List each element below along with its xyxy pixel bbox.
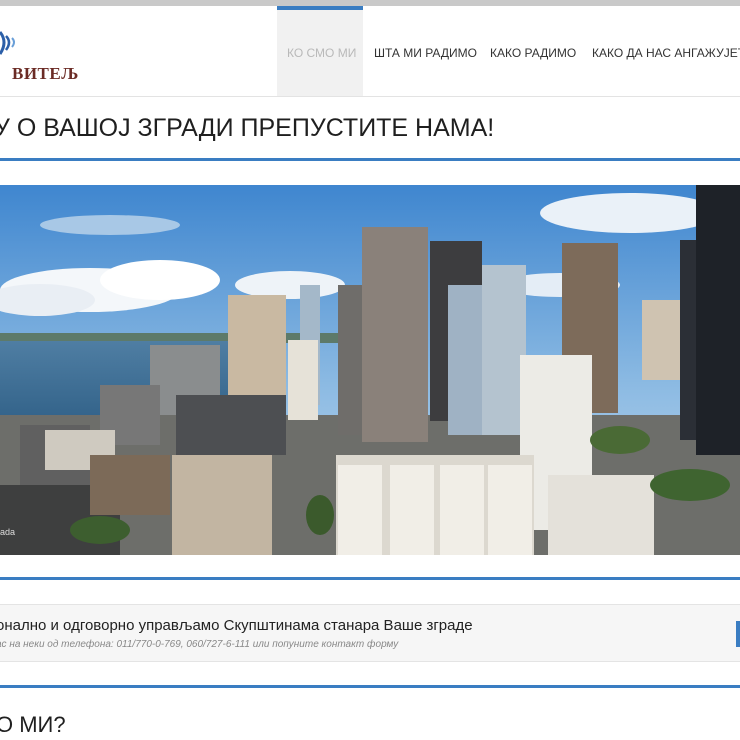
city-skyline-image: [0, 185, 740, 555]
about-section-title: О МИ?: [0, 712, 66, 737]
nav-item-how-we-work[interactable]: КАКО РАДИМО: [490, 46, 576, 60]
site-logo[interactable]: ВИТЕЉ: [0, 28, 80, 88]
divider-top: [0, 158, 740, 161]
hero-banner-image: ada: [0, 185, 740, 555]
logo-wave-icon: [0, 31, 15, 55]
contact-button[interactable]: [736, 621, 740, 647]
callout-subtitle: ас на неки од телефона: 011/770-0-769, 0…: [0, 639, 399, 650]
image-caption: ada: [0, 527, 16, 537]
nav-item-hire-us[interactable]: КАКО ДА НАС АНГАЖУЈЕТЕ: [592, 46, 740, 60]
callout-title: онално и одговорно управљамо Скупштинама…: [0, 617, 473, 634]
nav-item-who-we-are[interactable]: КО СМО МИ: [287, 46, 356, 60]
logo-text: ВИТЕЉ: [12, 64, 79, 83]
nav-item-what-we-do[interactable]: ШТА МИ РАДИМО: [374, 46, 477, 60]
hero-title: У О ВАШОЈ ЗГРАДИ ПРЕПУСТИТЕ НАМА!: [0, 114, 495, 142]
divider-middle: [0, 577, 740, 580]
divider-bottom: [0, 685, 740, 688]
site-header: ВИТЕЉ КО СМО МИ ШТА МИ РАДИМО КАКО РАДИМ…: [0, 6, 740, 97]
contact-callout: онално и одговорно управљамо Скупштинама…: [0, 604, 740, 662]
